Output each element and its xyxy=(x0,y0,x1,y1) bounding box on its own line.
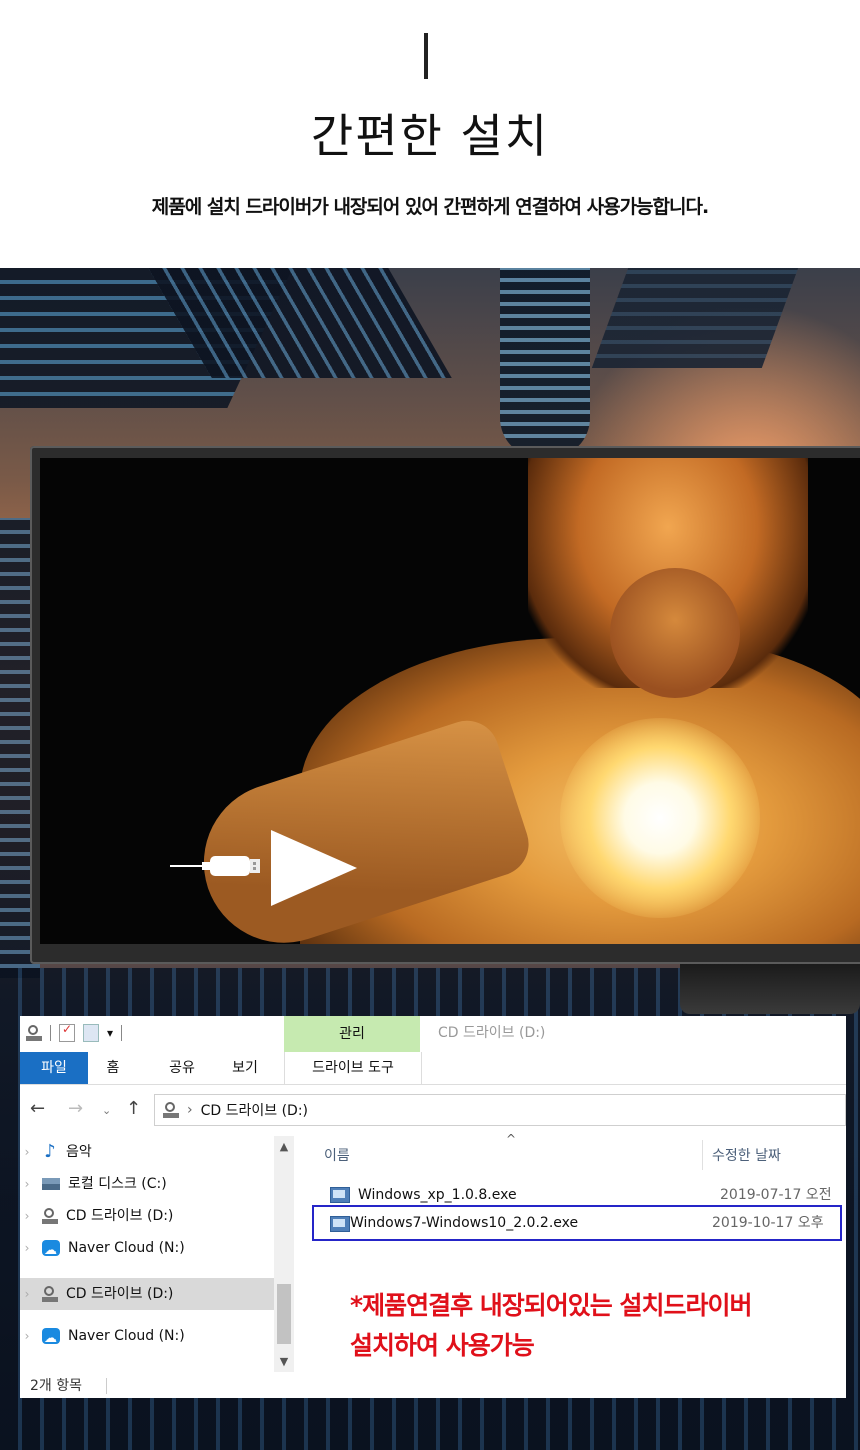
nav-item-label: CD 드라이브 (D:) xyxy=(66,1208,174,1224)
status-divider xyxy=(106,1378,107,1394)
quick-access-toolbar: ▾ 관리 CD 드라이브 (D:) xyxy=(20,1016,846,1052)
ribbon-tabs: 파일 홈 공유 보기 드라이브 도구 xyxy=(20,1052,846,1085)
column-header-name[interactable]: 이름 xyxy=(324,1142,350,1170)
application-icon xyxy=(330,1187,350,1203)
scroll-down-icon[interactable]: ▼ xyxy=(274,1355,294,1368)
toolbar-separator xyxy=(121,1025,123,1041)
back-arrow-icon[interactable]: ← xyxy=(30,1098,45,1119)
sort-ascending-icon: ^ xyxy=(506,1132,517,1146)
header-section: 간편한 설치 제품에 설치 드라이버가 내장되어 있어 간편하게 연결하여 사용… xyxy=(0,0,860,268)
tab-file[interactable]: 파일 xyxy=(20,1052,88,1084)
install-note-line: 설치하여 사용가능 xyxy=(350,1331,535,1360)
cd-drive-icon xyxy=(42,1208,58,1224)
application-icon xyxy=(330,1216,350,1232)
up-arrow-icon[interactable]: ↑ xyxy=(126,1098,141,1119)
monitor-frame xyxy=(30,446,860,964)
nav-item-naver-cloud-n[interactable]: › Naver Cloud (N:) xyxy=(20,1322,274,1353)
navigation-bar: ← → ⌄ ↑ › CD 드라이브 (D:) xyxy=(20,1094,846,1128)
item-count: 2개 항목 xyxy=(30,1378,82,1394)
nav-item-cd-drive-d[interactable]: › CD 드라이브 (D:) xyxy=(20,1202,274,1230)
page-subtitle: 제품에 설치 드라이버가 내장되어 있어 간편하게 연결하여 사용가능합니다. xyxy=(151,196,709,218)
cd-drive-icon[interactable] xyxy=(26,1025,42,1041)
hdd-icon xyxy=(42,1178,60,1190)
nav-pane-scrollbar[interactable]: ▲ ▼ xyxy=(274,1136,294,1372)
column-header-modified[interactable]: 수정한 날짜 xyxy=(712,1142,781,1170)
expand-chevron-icon[interactable]: › xyxy=(20,1322,34,1350)
properties-icon[interactable] xyxy=(59,1022,75,1042)
file-explorer-window: ▾ 관리 CD 드라이브 (D:) 파일 홈 공유 보기 드라이브 도구 ← →… xyxy=(20,1016,846,1398)
nav-item-label: 음악 xyxy=(66,1144,92,1160)
play-arrow-icon xyxy=(271,830,357,906)
nav-item-label: Naver Cloud (N:) xyxy=(68,1328,185,1344)
address-breadcrumb[interactable]: CD 드라이브 (D:) xyxy=(201,1100,308,1120)
title-divider-bar xyxy=(424,33,428,79)
tab-home[interactable]: 홈 xyxy=(88,1052,138,1084)
install-note-line: *제품연결후 내장되어있는 설치드라이버 xyxy=(350,1291,752,1320)
address-bar[interactable]: › CD 드라이브 (D:) xyxy=(154,1094,846,1126)
file-date: 2019-10-17 오후 xyxy=(712,1215,824,1231)
status-bar: 2개 항목 xyxy=(20,1374,846,1398)
building-graphic xyxy=(591,268,799,368)
nav-item-label: 로컬 디스크 (C:) xyxy=(68,1176,167,1192)
monitor-screen xyxy=(40,458,860,944)
nav-item-label: Naver Cloud (N:) xyxy=(68,1240,185,1256)
file-name: Windows7-Windows10_2.0.2.exe xyxy=(350,1215,579,1231)
nav-item-label: CD 드라이브 (D:) xyxy=(66,1286,174,1302)
nav-item-local-disk-c[interactable]: › 로컬 디스크 (C:) xyxy=(20,1170,274,1198)
customize-toolbar-icon[interactable]: ▾ xyxy=(107,1026,113,1040)
cd-drive-icon xyxy=(163,1102,179,1118)
toolbar-separator xyxy=(50,1025,51,1041)
tab-manage[interactable]: 관리 xyxy=(284,1016,420,1052)
cloud-icon xyxy=(42,1325,60,1353)
cloud-icon xyxy=(42,1237,60,1265)
expand-chevron-icon[interactable]: › xyxy=(20,1170,34,1198)
monitor-stand xyxy=(680,964,860,1014)
cd-drive-icon xyxy=(42,1286,58,1302)
window-title: CD 드라이브 (D:) xyxy=(438,1025,546,1041)
music-icon: ♪ xyxy=(44,1141,56,1162)
tab-share[interactable]: 공유 xyxy=(154,1052,210,1084)
nav-item-music[interactable]: › ♪ 음악 xyxy=(20,1138,274,1166)
scrollbar-thumb[interactable] xyxy=(277,1284,291,1344)
new-folder-icon[interactable] xyxy=(83,1024,99,1042)
expand-chevron-icon[interactable]: › xyxy=(20,1278,34,1310)
breadcrumb-chevron-icon: › xyxy=(187,1102,193,1118)
install-note: *제품연결후 내장되어있는 설치드라이버 설치하여 사용가능 xyxy=(350,1286,752,1366)
energy-glow xyxy=(560,718,760,918)
recent-locations-chevron-icon[interactable]: ⌄ xyxy=(102,1104,111,1117)
building-graphic xyxy=(500,268,590,458)
tab-view[interactable]: 보기 xyxy=(220,1052,270,1084)
expand-chevron-icon[interactable]: › xyxy=(20,1234,34,1262)
column-divider[interactable] xyxy=(702,1140,703,1170)
expand-chevron-icon[interactable]: › xyxy=(20,1138,34,1166)
expand-chevron-icon[interactable]: › xyxy=(20,1202,34,1230)
navigation-pane: › ♪ 음악 › 로컬 디스크 (C:) › CD 드라이브 (D:) › Na… xyxy=(20,1136,296,1372)
file-row-highlighted[interactable]: Windows7-Windows10_2.0.2.exe 2019-10-17 … xyxy=(312,1205,842,1241)
tab-drive-tools[interactable]: 드라이브 도구 xyxy=(284,1052,422,1084)
forward-arrow-icon[interactable]: → xyxy=(68,1098,83,1119)
figure-face xyxy=(610,568,740,698)
nav-item-cd-drive-d-selected[interactable]: › CD 드라이브 (D:) xyxy=(20,1278,274,1310)
page-title: 간편한 설치 xyxy=(310,109,550,163)
usb-plug-icon xyxy=(170,856,260,876)
nav-item-naver-cloud-n[interactable]: › Naver Cloud (N:) xyxy=(20,1234,274,1265)
file-list-pane: 이름 ^ 수정한 날짜 Windows_xp_1.0.8.exe 2019-07… xyxy=(300,1132,846,1372)
scroll-up-icon[interactable]: ▲ xyxy=(274,1140,294,1153)
